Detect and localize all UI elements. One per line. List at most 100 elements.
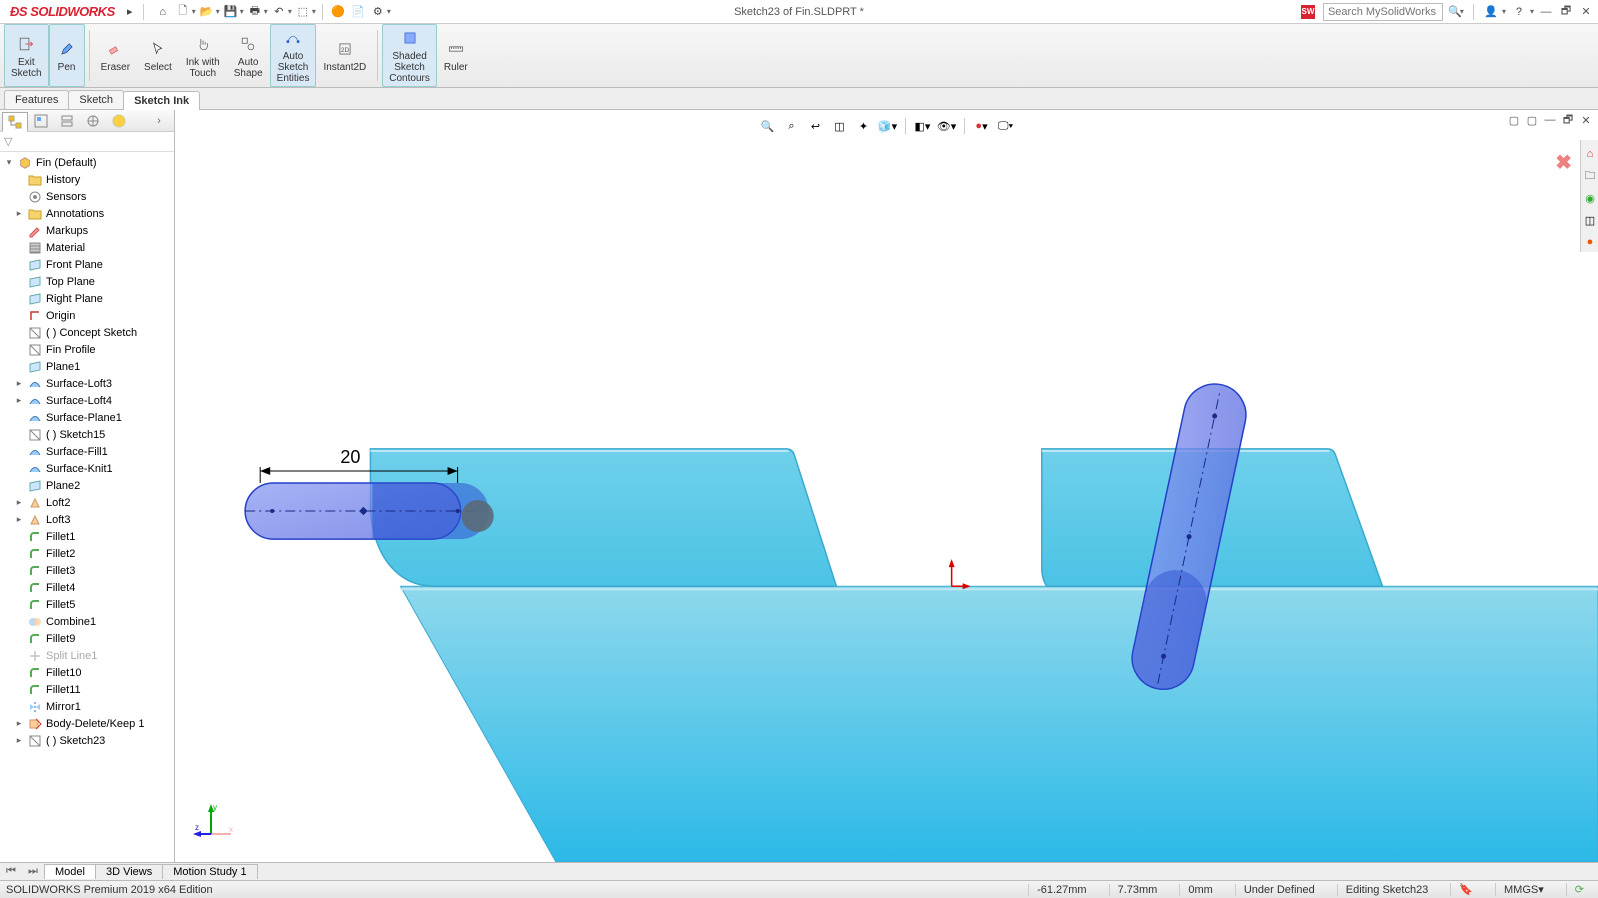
ribbon-ruler[interactable]: Ruler xyxy=(437,24,475,87)
status-rebuild-icon[interactable]: ⟳ xyxy=(1566,883,1592,896)
dynamic-view-icon[interactable]: ✦ xyxy=(853,116,875,136)
doc-window-1-icon[interactable]: ▢ xyxy=(1506,112,1522,128)
expand-tabs-icon[interactable]: › xyxy=(146,111,172,131)
tree-item[interactable]: Fillet11 xyxy=(0,681,174,698)
tree-item[interactable]: Fin Profile xyxy=(0,341,174,358)
print-icon[interactable]: 🖶 xyxy=(246,3,264,21)
tree-item[interactable]: Combine1 xyxy=(0,613,174,630)
options-file-icon[interactable]: 📄 xyxy=(349,3,367,21)
scene-icon[interactable]: 🖵▾ xyxy=(995,116,1017,136)
save-icon[interactable]: 💾 xyxy=(222,3,240,21)
tree-item[interactable]: Front Plane xyxy=(0,256,174,273)
tree-item[interactable]: ( ) Concept Sketch xyxy=(0,324,174,341)
restore-button[interactable]: 🗗 xyxy=(1558,4,1574,20)
ribbon-touch[interactable]: Ink with Touch xyxy=(179,24,227,87)
new-doc-icon[interactable]: 🗋 xyxy=(174,3,192,21)
ribbon-exit-sketch[interactable]: Exit Sketch xyxy=(4,24,49,87)
tree-item[interactable]: Plane1 xyxy=(0,358,174,375)
zoom-area-icon[interactable]: ⌕ xyxy=(781,116,803,136)
tree-item[interactable]: Origin xyxy=(0,307,174,324)
cmd-tab-sketch-ink[interactable]: Sketch Ink xyxy=(123,91,200,110)
dimxpert-tab-icon[interactable] xyxy=(80,111,106,131)
tree-item[interactable]: Fillet9 xyxy=(0,630,174,647)
doc-restore-icon[interactable]: 🗗 xyxy=(1560,112,1576,128)
ribbon-pen[interactable]: Pen xyxy=(49,24,85,87)
zoom-fit-icon[interactable]: 🔍 xyxy=(757,116,779,136)
section-view-icon[interactable]: ◫ xyxy=(829,116,851,136)
tree-item[interactable]: ▸( ) Sketch23 xyxy=(0,732,174,749)
cmd-tab-sketch[interactable]: Sketch xyxy=(68,90,124,109)
tree-item[interactable]: Right Plane xyxy=(0,290,174,307)
settings-gear-icon[interactable]: ⚙ xyxy=(369,3,387,21)
home-icon[interactable]: ⌂ xyxy=(154,3,172,21)
search-provider-icon[interactable]: SW xyxy=(1301,5,1315,19)
filter-funnel-icon[interactable]: ▽ xyxy=(4,135,12,148)
minimize-button[interactable]: — xyxy=(1538,4,1554,20)
tree-item[interactable]: ( ) Sketch15 xyxy=(0,426,174,443)
select-icon[interactable]: ⬚ xyxy=(294,3,312,21)
display-manager-tab-icon[interactable] xyxy=(106,111,132,131)
tree-item[interactable]: Fillet3 xyxy=(0,562,174,579)
search-input[interactable] xyxy=(1323,3,1443,21)
exit-sketch-cancel-icon[interactable]: ✖ xyxy=(1555,150,1572,175)
help-icon[interactable]: ? xyxy=(1510,3,1528,21)
doc-minimize-icon[interactable]: — xyxy=(1542,112,1558,128)
tab-scroll-left-icon[interactable]: ⏮ xyxy=(0,865,22,878)
tree-item[interactable]: Top Plane xyxy=(0,273,174,290)
ribbon-cursor[interactable]: Select xyxy=(137,24,179,87)
hide-show-icon[interactable]: 👁▾ xyxy=(936,116,958,136)
tree-item[interactable]: Fillet5 xyxy=(0,596,174,613)
doc-window-2-icon[interactable]: ▢ xyxy=(1524,112,1540,128)
appearance-icon[interactable]: ●▾ xyxy=(971,116,993,136)
rebuild-icon[interactable]: 🟠 xyxy=(329,3,347,21)
tree-item[interactable]: Fillet2 xyxy=(0,545,174,562)
close-button[interactable]: ✕ xyxy=(1578,4,1594,20)
tree-item[interactable]: Plane2 xyxy=(0,477,174,494)
config-manager-tab-icon[interactable] xyxy=(54,111,80,131)
tree-item[interactable]: History xyxy=(0,171,174,188)
tree-item[interactable]: Split Line1 xyxy=(0,647,174,664)
tree-item[interactable]: Fillet4 xyxy=(0,579,174,596)
flyout-arrow-icon[interactable]: ▸ xyxy=(121,3,139,21)
cmd-tab-features[interactable]: Features xyxy=(4,90,69,109)
property-manager-tab-icon[interactable] xyxy=(28,111,54,131)
ribbon-shaded[interactable]: Shaded Sketch Contours xyxy=(382,24,437,87)
tree-item[interactable]: Material xyxy=(0,239,174,256)
task-resources-icon[interactable]: 🗀 xyxy=(1581,166,1598,186)
ribbon-autoshape[interactable]: Auto Shape xyxy=(227,24,270,87)
tree-item[interactable]: ▸Body-Delete/Keep 1 xyxy=(0,715,174,732)
tab-scroll-right-icon[interactable]: ⏭ xyxy=(22,865,44,878)
task-appearances-icon[interactable]: ● xyxy=(1581,232,1598,252)
view-tab-motion-study-1[interactable]: Motion Study 1 xyxy=(162,864,257,879)
open-icon[interactable]: 📂 xyxy=(198,3,216,21)
tree-item[interactable]: Surface-Knit1 xyxy=(0,460,174,477)
tree-item[interactable]: ▸Surface-Loft3 xyxy=(0,375,174,392)
search-go-icon[interactable]: 🔍▾ xyxy=(1447,3,1465,21)
tree-item[interactable]: ▸Loft2 xyxy=(0,494,174,511)
tree-item[interactable]: Sensors xyxy=(0,188,174,205)
tree-item[interactable]: Fillet1 xyxy=(0,528,174,545)
feature-tree-tab-icon[interactable] xyxy=(2,112,28,132)
tree-item[interactable]: Surface-Fill1 xyxy=(0,443,174,460)
tree-item[interactable]: ▸Loft3 xyxy=(0,511,174,528)
view-orientation-icon[interactable]: 🧊▾ xyxy=(877,116,899,136)
tree-item[interactable]: ▸Annotations xyxy=(0,205,174,222)
tree-item[interactable]: Surface-Plane1 xyxy=(0,409,174,426)
ribbon-autosketch[interactable]: Auto Sketch Entities xyxy=(270,24,317,87)
tree-item[interactable]: Mirror1 xyxy=(0,698,174,715)
prev-view-icon[interactable]: ↩ xyxy=(805,116,827,136)
sketch-slot-left[interactable] xyxy=(245,483,494,539)
tree-root-part[interactable]: ▾ Fin (Default) xyxy=(0,154,174,171)
task-home-icon[interactable]: ⌂ xyxy=(1581,144,1598,164)
undo-icon[interactable]: ↶ xyxy=(270,3,288,21)
view-tab-model[interactable]: Model xyxy=(44,864,96,879)
status-flag-icon[interactable]: 🔖 xyxy=(1450,883,1481,896)
graphics-viewport[interactable]: 🔍 ⌕ ↩ ◫ ✦ 🧊▾ ◧▾ 👁▾ ●▾ 🖵▾ ▢ ▢ — 🗗 ✕ ✖ ⌂ 🗀… xyxy=(175,110,1598,862)
ribbon-instant2d[interactable]: 2DInstant2D xyxy=(316,24,373,87)
ribbon-eraser[interactable]: Eraser xyxy=(94,24,137,87)
task-view-palette-icon[interactable]: ◫ xyxy=(1581,210,1598,230)
tree-item[interactable]: Markups xyxy=(0,222,174,239)
doc-close-icon[interactable]: ✕ xyxy=(1578,112,1594,128)
view-tab-3d-views[interactable]: 3D Views xyxy=(95,864,163,879)
tree-item[interactable]: Fillet10 xyxy=(0,664,174,681)
